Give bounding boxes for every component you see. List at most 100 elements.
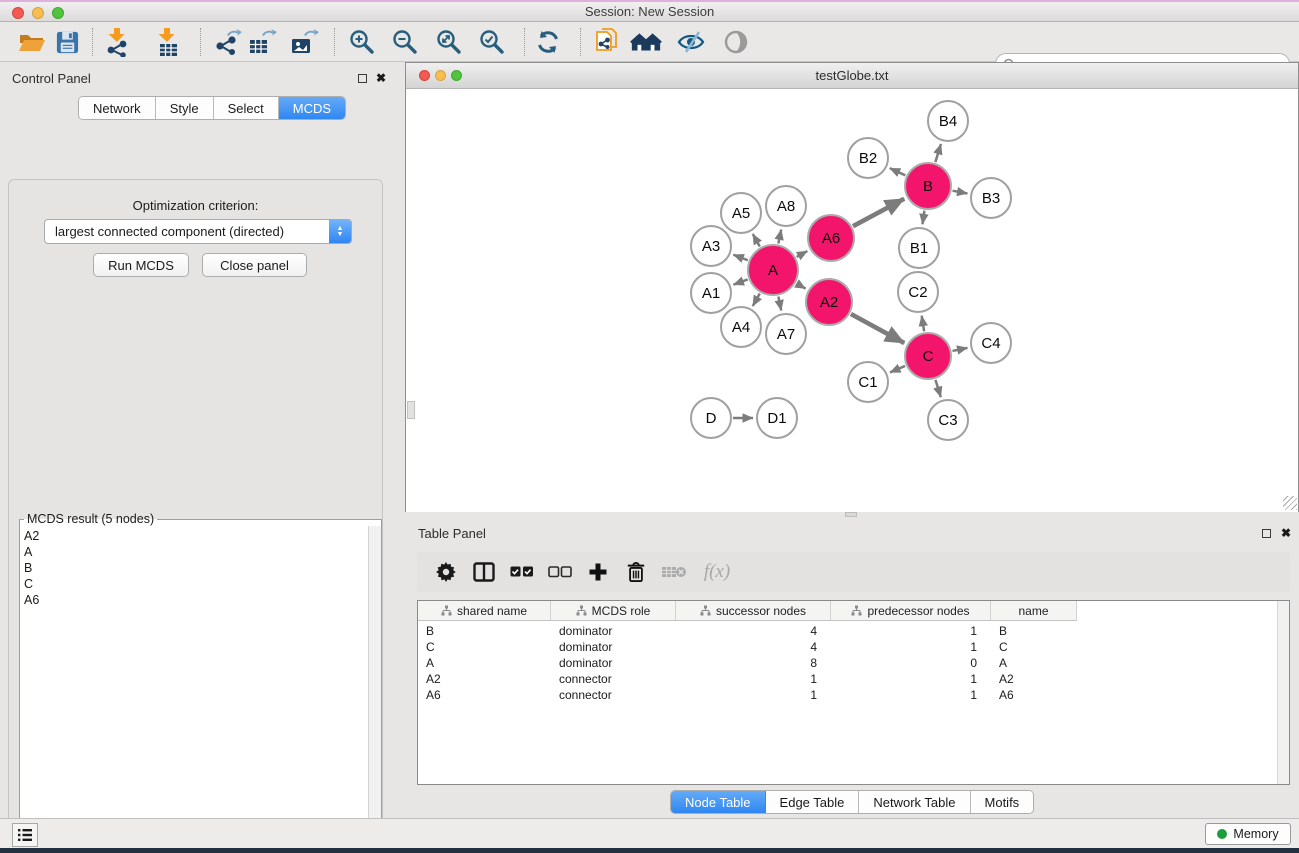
- delete-column-button[interactable]: [617, 557, 655, 587]
- create-column-button[interactable]: [579, 557, 617, 587]
- graph-edge[interactable]: [890, 168, 906, 175]
- table-scrollbar[interactable]: [1277, 601, 1289, 784]
- table-close-button[interactable]: ✖: [1279, 526, 1293, 540]
- zoom-out-button[interactable]: [389, 26, 421, 58]
- graph-edge[interactable]: [797, 251, 808, 257]
- split-columns-button[interactable]: [465, 557, 503, 587]
- tab-style[interactable]: Style: [156, 97, 214, 119]
- run-mcds-button[interactable]: Run MCDS: [93, 253, 189, 277]
- graph-node-a1[interactable]: A1: [690, 272, 732, 314]
- show-graphics-details-button[interactable]: [720, 26, 752, 58]
- graph-edge[interactable]: [733, 255, 747, 261]
- column-header-shared-name[interactable]: shared name: [418, 601, 551, 620]
- resize-grip-icon[interactable]: [1283, 496, 1297, 510]
- table-row[interactable]: Adominator80A: [418, 655, 1077, 671]
- zoom-fit-button[interactable]: [433, 26, 465, 58]
- table-settings-button[interactable]: [427, 557, 465, 587]
- tab-network-table[interactable]: Network Table: [859, 791, 970, 813]
- graph-node-a[interactable]: A: [747, 244, 799, 296]
- table-row[interactable]: A2connector11A2: [418, 671, 1077, 687]
- tab-edge-table[interactable]: Edge Table: [766, 791, 860, 813]
- column-header-successor-nodes[interactable]: successor nodes: [676, 601, 831, 620]
- graph-node-a2[interactable]: A2: [805, 278, 853, 326]
- column-header-MCDS-role[interactable]: MCDS role: [551, 601, 676, 620]
- graph-node-b4[interactable]: B4: [927, 100, 969, 142]
- tab-network[interactable]: Network: [79, 97, 156, 119]
- network-window-titlebar[interactable]: testGlobe.txt: [406, 63, 1298, 89]
- graph-node-a4[interactable]: A4: [720, 306, 762, 348]
- save-session-button[interactable]: [51, 26, 83, 58]
- export-network-button[interactable]: [212, 26, 244, 58]
- column-header-name[interactable]: name: [991, 601, 1077, 620]
- graph-edge[interactable]: [935, 144, 941, 162]
- tab-mcds[interactable]: MCDS: [279, 97, 345, 119]
- graph-edge[interactable]: [922, 316, 924, 332]
- graph-edge[interactable]: [734, 279, 748, 284]
- graph-node-d[interactable]: D: [690, 397, 732, 439]
- graph-node-c1[interactable]: C1: [847, 361, 889, 403]
- task-history-button[interactable]: [12, 823, 38, 847]
- select-all-button[interactable]: [503, 557, 541, 587]
- close-panel-action-button[interactable]: Close panel: [202, 253, 307, 277]
- graph-node-c4[interactable]: C4: [970, 322, 1012, 364]
- graph-node-a5[interactable]: A5: [720, 192, 762, 234]
- graph-edge[interactable]: [753, 234, 760, 247]
- graph-node-b3[interactable]: B3: [970, 177, 1012, 219]
- graph-edge[interactable]: [851, 314, 904, 343]
- graph-edge[interactable]: [952, 348, 967, 351]
- tab-node-table[interactable]: Node Table: [671, 791, 766, 813]
- table-row[interactable]: Cdominator41C: [418, 639, 1077, 655]
- close-panel-button[interactable]: ✖: [374, 71, 388, 85]
- tab-motifs[interactable]: Motifs: [971, 791, 1034, 813]
- mcds-result-item[interactable]: A6: [24, 592, 369, 608]
- graph-node-c2[interactable]: C2: [897, 271, 939, 313]
- import-table-button[interactable]: [152, 26, 184, 58]
- graph-node-a7[interactable]: A7: [765, 313, 807, 355]
- column-header-predecessor-nodes[interactable]: predecessor nodes: [831, 601, 991, 620]
- graph-node-c3[interactable]: C3: [927, 399, 969, 441]
- open-session-button[interactable]: [16, 26, 48, 58]
- mcds-result-item[interactable]: A2: [24, 528, 369, 544]
- table-row[interactable]: A6connector11A6: [418, 687, 1077, 703]
- criterion-select[interactable]: largest connected component (directed) ▲…: [44, 219, 352, 244]
- left-scrollbar-handle[interactable]: [407, 401, 415, 419]
- duplicate-network-button[interactable]: [591, 26, 623, 58]
- graph-edge[interactable]: [778, 296, 781, 310]
- horizontal-splitter-handle[interactable]: [845, 512, 857, 517]
- import-network-button[interactable]: [102, 26, 134, 58]
- graph-edge[interactable]: [935, 380, 940, 397]
- apply-layout-button[interactable]: [532, 26, 564, 58]
- graph-node-d1[interactable]: D1: [756, 397, 798, 439]
- graph-node-a3[interactable]: A3: [690, 225, 732, 267]
- graph-node-a6[interactable]: A6: [807, 214, 855, 262]
- mcds-result-item[interactable]: B: [24, 560, 369, 576]
- graph-node-b[interactable]: B: [904, 162, 952, 210]
- zoom-in-button[interactable]: [346, 26, 378, 58]
- zoom-selected-button[interactable]: [476, 26, 508, 58]
- network-overview-button[interactable]: [630, 26, 662, 58]
- float-panel-button[interactable]: [355, 71, 369, 85]
- table-row[interactable]: Bdominator41B: [418, 623, 1077, 639]
- tab-select[interactable]: Select: [214, 97, 279, 119]
- mcds-result-item[interactable]: C: [24, 576, 369, 592]
- graph-node-c[interactable]: C: [904, 332, 952, 380]
- hide-graphics-details-button[interactable]: [675, 26, 707, 58]
- deselect-all-button[interactable]: [541, 557, 579, 587]
- graph-edge[interactable]: [890, 366, 905, 373]
- graph-edge[interactable]: [778, 230, 781, 244]
- graph-edge[interactable]: [753, 294, 760, 307]
- mcds-result-item[interactable]: A: [24, 544, 369, 560]
- export-image-button[interactable]: [288, 26, 320, 58]
- graph-node-a8[interactable]: A8: [765, 185, 807, 227]
- graph-edge[interactable]: [922, 211, 924, 225]
- export-table-button[interactable]: [246, 26, 278, 58]
- graph-edge[interactable]: [953, 191, 968, 194]
- graph-edge[interactable]: [853, 199, 904, 226]
- memory-button[interactable]: Memory: [1205, 823, 1291, 845]
- graph-node-b2[interactable]: B2: [847, 137, 889, 179]
- result-scrollbar[interactable]: [368, 526, 381, 851]
- network-canvas[interactable]: B4 B2 B B3 A5A8A6 A3 B1 A A1 C2 A2 A4A7 C4 C C1 C3 D D1: [406, 89, 1298, 512]
- table-float-button[interactable]: [1259, 526, 1273, 540]
- graph-edge[interactable]: [796, 283, 805, 288]
- graph-node-b1[interactable]: B1: [898, 227, 940, 269]
